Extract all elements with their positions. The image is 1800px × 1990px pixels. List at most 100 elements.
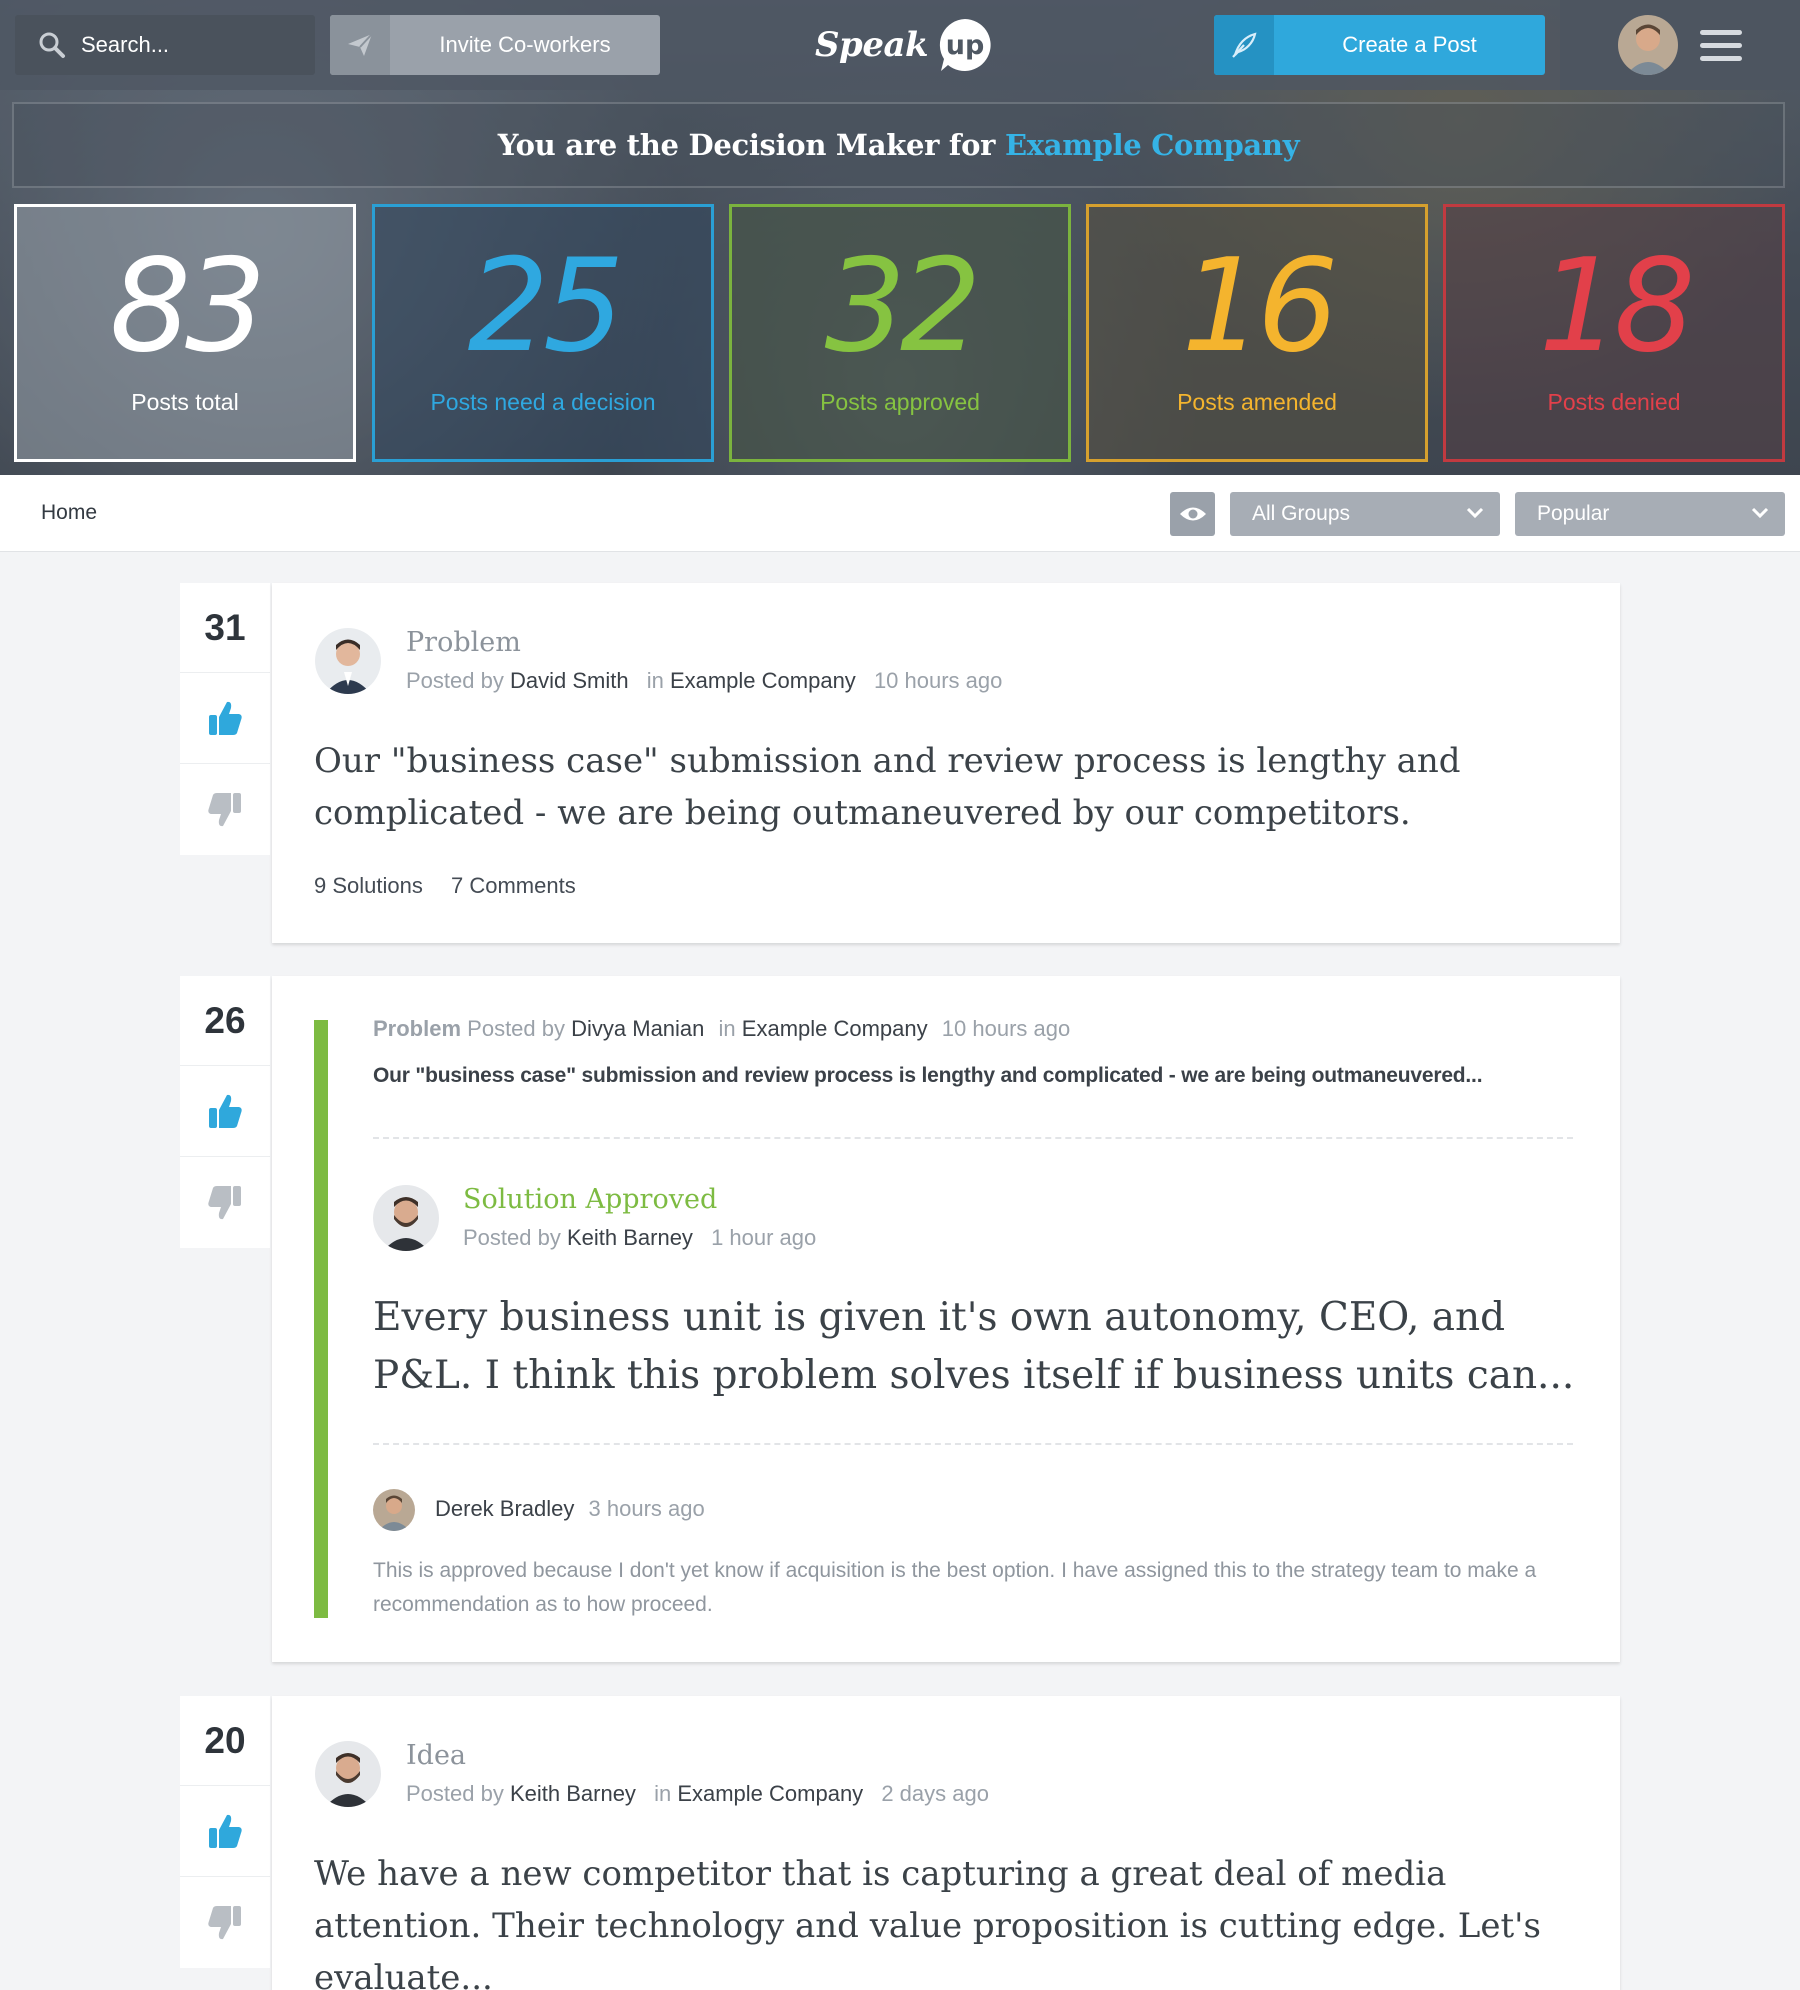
eye-icon (1179, 505, 1207, 523)
group-link[interactable]: Example Company (677, 1781, 863, 1806)
stat-label: Posts total (131, 389, 239, 415)
in-label: in (654, 1781, 672, 1806)
speakup-logo[interactable]: Speak up (815, 16, 994, 74)
vote-panel: 20 (180, 1696, 270, 1968)
post-headline[interactable]: Our "business case" submission and revie… (314, 735, 1594, 839)
in-label: in (718, 1016, 736, 1041)
post-meta: Problem Posted by David Smith in Example… (406, 627, 1002, 694)
create-post-label: Create a Post (1342, 32, 1477, 57)
downvote-button[interactable] (180, 1157, 270, 1248)
vote-count: 20 (180, 1696, 270, 1786)
stat-value: 32 (824, 232, 982, 381)
search-input[interactable]: Search... (15, 15, 315, 75)
parent-post-title[interactable]: Our "business case" submission and revie… (373, 1064, 1483, 1088)
parent-post-type: Problem (373, 1016, 462, 1041)
thumbs-down-icon (207, 1904, 243, 1942)
stat-label: Posts amended (1177, 389, 1337, 415)
commenter-link[interactable]: Derek Bradley (435, 1496, 574, 1521)
search-placeholder: Search... (81, 32, 170, 57)
thumbs-down-icon (207, 791, 243, 829)
decision-maker-banner: You are the Decision Maker for Example C… (12, 102, 1785, 188)
post-time: 1 hour ago (711, 1225, 817, 1250)
author-link[interactable]: Keith Barney (510, 1781, 636, 1806)
breadcrumb-home[interactable]: Home (41, 501, 97, 525)
author-link[interactable]: Divya Manian (571, 1016, 704, 1041)
invite-coworkers-button[interactable]: Invite Co-workers (330, 15, 660, 75)
approved-status-bar (314, 1020, 328, 1618)
group-filter-value: All Groups (1252, 502, 1351, 525)
author-avatar[interactable] (315, 1741, 381, 1807)
user-avatar[interactable] (1618, 15, 1678, 75)
solution-headline[interactable]: Every business unit is given it's own au… (373, 1289, 1593, 1405)
comments-link[interactable]: 7 Comments (451, 873, 576, 898)
vote-count: 31 (180, 583, 270, 673)
stat-value: 83 (109, 232, 267, 381)
posted-by-label: Posted by (467, 1016, 565, 1041)
upvote-button[interactable] (180, 1786, 270, 1877)
commenter-avatar[interactable] (373, 1489, 415, 1531)
solution-status: Solution Approved (463, 1184, 718, 1215)
hero-header: Search... Invite Co-workers Speak up Cre… (0, 0, 1800, 475)
thumbs-up-icon (207, 699, 243, 737)
create-post-button[interactable]: Create a Post (1214, 15, 1545, 75)
banner-prefix: You are the Decision Maker for (497, 128, 996, 162)
solution-card[interactable]: Problem Posted by Divya Manian in Exampl… (272, 976, 1620, 1662)
posted-by-label: Posted by (406, 1781, 504, 1806)
top-navigation-bar: Search... Invite Co-workers Speak up Cre… (0, 0, 1800, 90)
stat-value: 25 (467, 232, 625, 381)
upvote-button[interactable] (180, 673, 270, 764)
thumbs-down-icon (207, 1184, 243, 1222)
thumbs-up-icon (207, 1092, 243, 1130)
post-byline: Posted by Keith Barney in Example Compan… (406, 1781, 989, 1807)
invite-button-label: Invite Co-workers (439, 32, 611, 57)
stat-label: Posts approved (820, 389, 980, 415)
hamburger-menu-icon[interactable] (1698, 28, 1744, 64)
stat-posts-approved[interactable]: 32 Posts approved (729, 204, 1071, 462)
solutions-link[interactable]: 9 Solutions (314, 873, 423, 898)
post-card[interactable]: Problem Posted by David Smith in Example… (272, 583, 1620, 943)
stat-label: Posts denied (1547, 389, 1681, 415)
feather-pen-icon (1214, 15, 1274, 75)
author-link[interactable]: David Smith (510, 668, 629, 693)
post-meta: Idea Posted by Keith Barney in Example C… (406, 1740, 989, 1807)
divider (373, 1137, 1573, 1139)
comment-text: This is approved because I don't yet kno… (373, 1559, 1537, 1616)
visibility-toggle-button[interactable] (1170, 492, 1215, 536)
banner-heading: You are the Decision Maker for Example C… (498, 128, 1300, 162)
logo-speech-bubble-icon: up (936, 16, 994, 74)
stat-posts-denied[interactable]: 18 Posts denied (1443, 204, 1785, 462)
post-headline[interactable]: We have a new competitor that is capturi… (314, 1848, 1594, 1990)
stat-posts-total[interactable]: 83 Posts total (14, 204, 356, 462)
downvote-button[interactable] (180, 764, 270, 855)
group-link[interactable]: Example Company (742, 1016, 928, 1041)
logo-badge-text: up (946, 30, 985, 61)
posted-by-label: Posted by (463, 1225, 561, 1250)
author-link[interactable]: Keith Barney (567, 1225, 693, 1250)
post-time: 10 hours ago (941, 1016, 1071, 1041)
post-card[interactable]: Idea Posted by Keith Barney in Example C… (272, 1696, 1620, 1990)
downvote-button[interactable] (180, 1877, 270, 1968)
sort-select[interactable]: Popular (1515, 492, 1785, 536)
paper-plane-icon (330, 15, 390, 75)
post-time: 2 days ago (881, 1781, 989, 1806)
vote-panel: 26 (180, 976, 270, 1248)
vote-count: 26 (180, 976, 270, 1066)
solution-meta: Solution Approved Posted by Keith Barney… (463, 1184, 816, 1251)
stat-posts-amended[interactable]: 16 Posts amended (1086, 204, 1428, 462)
stat-posts-need-decision[interactable]: 25 Posts need a decision (372, 204, 714, 462)
banner-company-link[interactable]: Example Company (1005, 128, 1300, 162)
user-menu-area (1560, 0, 1800, 90)
group-filter-select[interactable]: All Groups (1230, 492, 1500, 536)
post-byline: Posted by David Smith in Example Company… (406, 668, 1002, 694)
post-footer: 9 Solutions 7 Comments (314, 873, 576, 899)
author-avatar[interactable] (315, 628, 381, 694)
solution-author-avatar[interactable] (373, 1185, 439, 1251)
thumbs-up-icon (207, 1812, 243, 1850)
post-time: 10 hours ago (873, 668, 1003, 693)
in-label: in (646, 668, 664, 693)
post-type: Idea (406, 1740, 467, 1771)
solution-byline: Posted by Keith Barney 1 hour ago (463, 1225, 816, 1251)
stat-value: 18 (1538, 232, 1696, 381)
upvote-button[interactable] (180, 1066, 270, 1157)
group-link[interactable]: Example Company (670, 668, 856, 693)
